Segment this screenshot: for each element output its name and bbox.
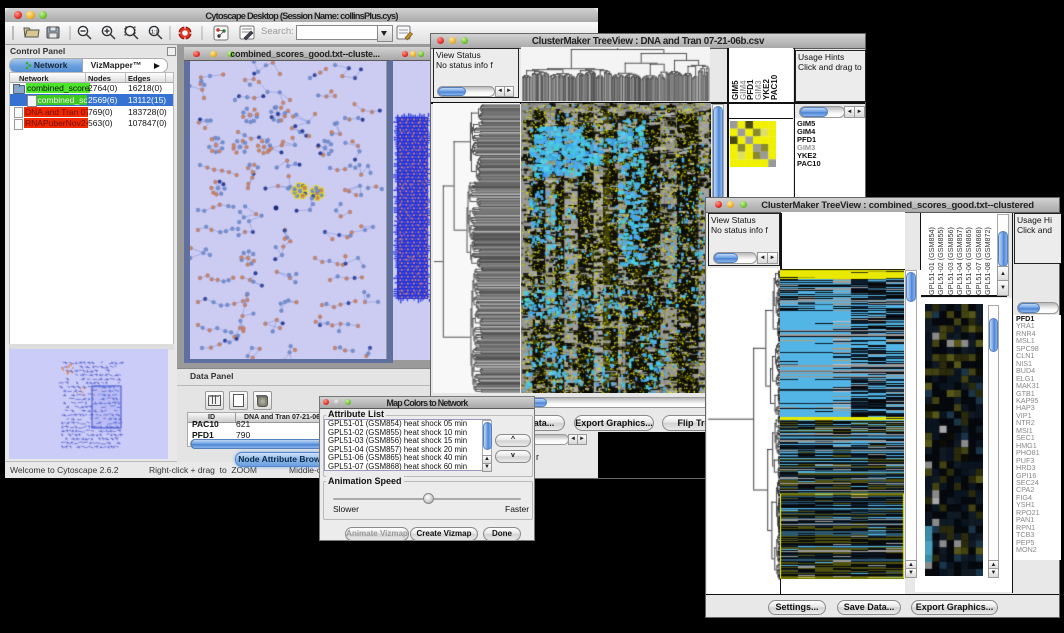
svg-text:1:1: 1:1 — [151, 30, 158, 36]
